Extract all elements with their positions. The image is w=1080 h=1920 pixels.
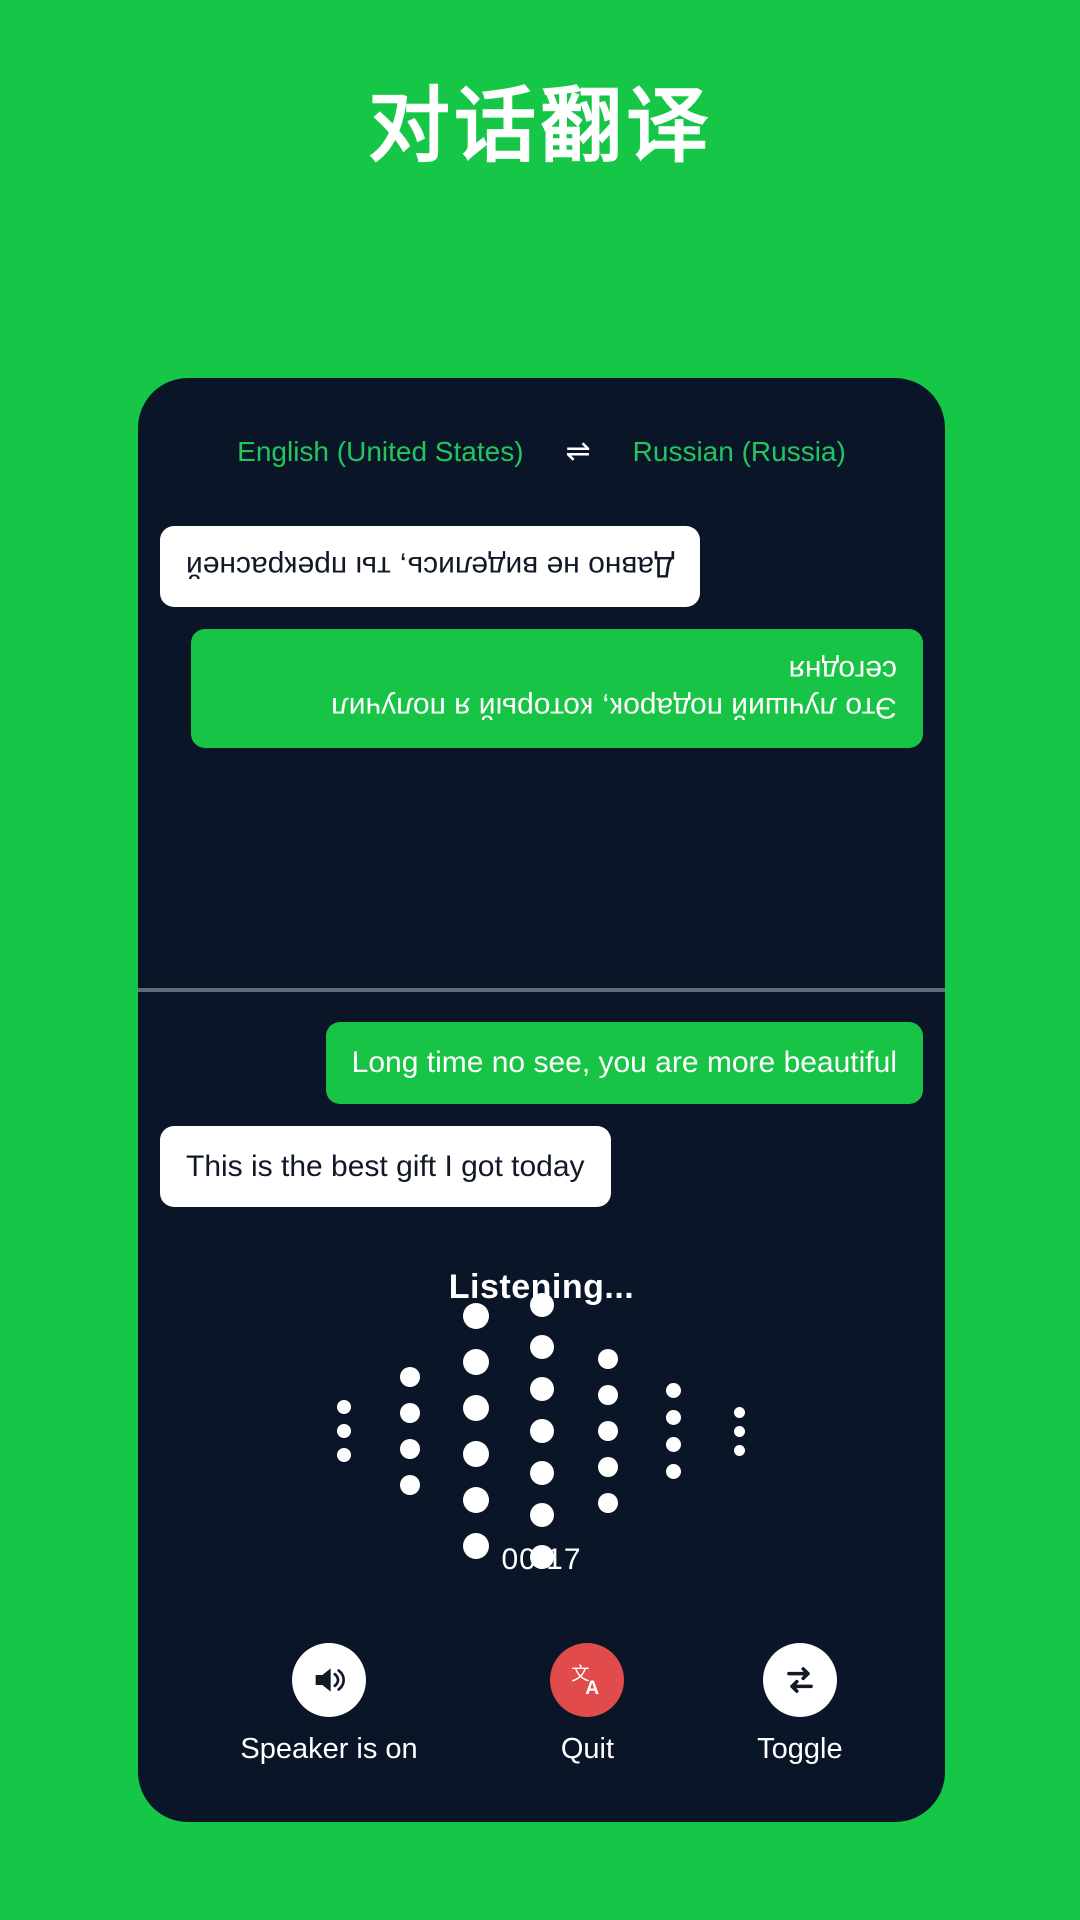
waveform-dot [399, 1439, 420, 1459]
message-bubble: Это лучший подарок, который я получил се… [190, 629, 923, 749]
waveform-dot [336, 1424, 351, 1438]
control-label: Speaker is on [240, 1733, 418, 1765]
waveform-dot [529, 1377, 554, 1401]
waveform-dot [336, 1448, 351, 1462]
waveform-column [707, 1403, 773, 1460]
waveform-dot [529, 1461, 554, 1485]
control-label: Toggle [757, 1733, 843, 1765]
language-bar: English (United States) ⇌ Russian (Russi… [138, 436, 945, 468]
waveform-dot [462, 1303, 489, 1329]
waveform-dot [462, 1395, 489, 1421]
pane-divider [138, 988, 945, 992]
source-language-selector[interactable]: English (United States) [237, 436, 523, 468]
target-language-selector[interactable]: Russian (Russia) [633, 436, 846, 468]
waveform-column [641, 1377, 707, 1485]
waveform-dot [666, 1437, 681, 1452]
control-bar: Speaker is on 文 A Quit Toggle [138, 1643, 945, 1766]
waveform-dot [529, 1335, 554, 1359]
waveform-dot [666, 1410, 681, 1425]
waveform-column [509, 1284, 575, 1578]
remote-conversation-pane: Это лучший подарок, который я получил се… [138, 486, 945, 988]
waveform-dot [597, 1457, 618, 1477]
waveform-dot [462, 1487, 489, 1513]
waveform-dot [399, 1367, 420, 1387]
waveform-dot [399, 1403, 420, 1423]
waveform-column [311, 1395, 377, 1467]
waveform-dot [529, 1293, 554, 1317]
waveform-dot [597, 1349, 618, 1369]
conversation-card: English (United States) ⇌ Russian (Russi… [138, 378, 945, 1822]
waveform-dot [597, 1385, 618, 1405]
waveform-dot [462, 1349, 489, 1375]
audio-waveform [138, 1293, 945, 1569]
waveform-dot [734, 1425, 745, 1437]
waveform-column [443, 1293, 509, 1569]
waveform-column [575, 1341, 641, 1521]
toggle-button[interactable]: Toggle [757, 1643, 843, 1766]
waveform-dot [529, 1419, 554, 1443]
message-bubble: Long time no see, you are more beautiful [325, 1022, 923, 1104]
waveform-dot [597, 1421, 618, 1441]
waveform-dot [734, 1444, 745, 1456]
page-title: 对话翻译 [367, 81, 712, 172]
local-conversation-pane: Long time no see, you are more beautiful… [138, 1004, 945, 1229]
waveform-column [377, 1359, 443, 1503]
control-label: Quit [560, 1733, 615, 1765]
quit-button[interactable]: 文 A Quit [550, 1643, 625, 1766]
message-bubble: This is the best gift I got today [160, 1125, 611, 1207]
translate-icon: 文 A [550, 1643, 625, 1717]
listening-section: Listening... 00:17 [138, 1268, 945, 1577]
waveform-dot [597, 1493, 618, 1513]
waveform-dot [666, 1464, 681, 1479]
waveform-dot [462, 1533, 489, 1559]
waveform-dot [529, 1503, 554, 1527]
swap-arrows-icon [762, 1643, 837, 1717]
waveform-dot [666, 1383, 681, 1398]
message-bubble: Давно не виделись, ты прекрасней [160, 526, 701, 608]
waveform-dot [734, 1406, 745, 1418]
recording-timer: 00:17 [501, 1543, 582, 1576]
waveform-dot [462, 1441, 489, 1467]
svg-text:A: A [586, 1678, 600, 1699]
swap-horizontal-icon[interactable]: ⇌ [566, 437, 591, 467]
speaker-on-icon [292, 1643, 367, 1717]
waveform-dot [399, 1475, 420, 1495]
waveform-dot [336, 1400, 351, 1414]
speaker-toggle-button[interactable]: Speaker is on [240, 1643, 418, 1766]
